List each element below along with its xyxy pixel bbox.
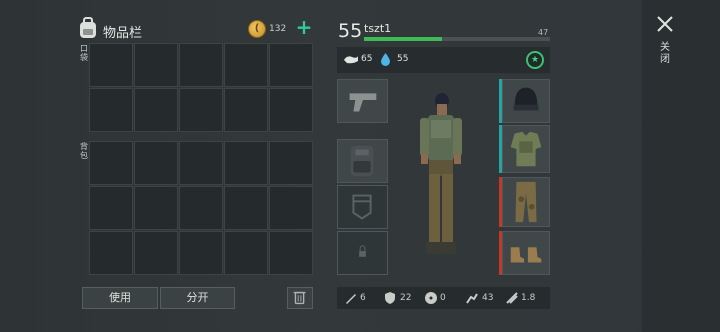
backpack-cell[interactable] <box>179 231 223 275</box>
pocket-grid <box>89 43 313 132</box>
pocket-cell[interactable] <box>179 43 223 87</box>
beanie-icon <box>513 87 539 111</box>
water-drop-icon <box>381 53 390 66</box>
legs-slot[interactable] <box>502 177 550 227</box>
pistol-icon <box>349 93 377 112</box>
backpack-cell[interactable] <box>224 141 268 185</box>
player-level: 55 <box>338 20 363 42</box>
armor-icon <box>385 292 395 304</box>
water-value: 55 <box>397 54 409 64</box>
backpack-icon <box>80 17 96 38</box>
body-slot[interactable] <box>502 125 550 173</box>
weight-value: 1.8 <box>521 293 536 303</box>
close-label[interactable]: 关闭 <box>660 42 671 66</box>
xp-fill <box>364 37 443 41</box>
use-button[interactable]: 使用 <box>82 287 158 309</box>
backpack-cell[interactable] <box>134 186 178 230</box>
trash-button[interactable] <box>287 287 313 309</box>
close-icon[interactable] <box>655 14 675 34</box>
food-value: 65 <box>361 54 373 64</box>
pocket-cell[interactable] <box>224 43 268 87</box>
backpack-cell[interactable] <box>134 141 178 185</box>
backpack-cell[interactable] <box>224 186 268 230</box>
pocket-cell[interactable] <box>134 43 178 87</box>
close-area <box>642 0 720 332</box>
speed-value: 43 <box>482 293 494 303</box>
backpack-cell[interactable] <box>224 231 268 275</box>
coin-count: 132 <box>269 24 287 34</box>
food-icon <box>344 56 358 64</box>
damage-icon <box>346 294 356 304</box>
camo-pants-icon <box>515 181 537 223</box>
player-name: tszt1 <box>364 22 392 35</box>
backpack-slot[interactable] <box>337 139 388 183</box>
xp-label: 47 <box>538 28 549 37</box>
pocket-slot[interactable] <box>337 185 388 229</box>
radiation-icon <box>425 292 437 304</box>
star-button[interactable]: ★ <box>526 51 544 69</box>
backpack-cell[interactable] <box>89 186 133 230</box>
backpack-cell[interactable] <box>269 186 313 230</box>
backpack-cell[interactable] <box>179 186 223 230</box>
backpack-item-icon <box>350 145 374 177</box>
pocket-cell[interactable] <box>224 88 268 132</box>
pocket-cell[interactable] <box>89 43 133 87</box>
split-button[interactable]: 分开 <box>160 287 235 309</box>
lock-icon <box>359 245 366 257</box>
pocket-cell[interactable] <box>179 88 223 132</box>
backpack-cell[interactable] <box>269 141 313 185</box>
pocket-icon <box>352 194 372 220</box>
trash-icon <box>293 291 306 305</box>
pocket-cell[interactable] <box>134 88 178 132</box>
head-slot[interactable] <box>502 79 550 123</box>
damage-value: 6 <box>360 293 366 303</box>
pocket-cell[interactable] <box>89 88 133 132</box>
xp-bar <box>364 37 550 41</box>
add-coins-button[interactable]: + <box>295 17 313 37</box>
backpack-cell[interactable] <box>89 141 133 185</box>
locked-slot[interactable] <box>337 231 388 275</box>
body-armor-icon <box>510 131 542 167</box>
radiation-value: 0 <box>440 293 446 303</box>
character-figure <box>420 93 462 254</box>
weight-icon <box>506 292 518 304</box>
boots-icon <box>510 247 542 263</box>
backpack-grid <box>89 141 313 275</box>
speed-icon <box>466 293 478 304</box>
backpack-cell[interactable] <box>269 231 313 275</box>
pocket-cell[interactable] <box>269 88 313 132</box>
feet-slot[interactable] <box>502 231 550 275</box>
backpack-cell[interactable] <box>134 231 178 275</box>
coin-icon: ( <box>248 20 266 38</box>
armor-value: 22 <box>400 293 412 303</box>
pocket-cell[interactable] <box>269 43 313 87</box>
backpack-cell[interactable] <box>89 231 133 275</box>
inventory-title: 物品栏 <box>103 26 143 41</box>
weapon-slot[interactable] <box>337 79 388 123</box>
backpack-cell[interactable] <box>179 141 223 185</box>
